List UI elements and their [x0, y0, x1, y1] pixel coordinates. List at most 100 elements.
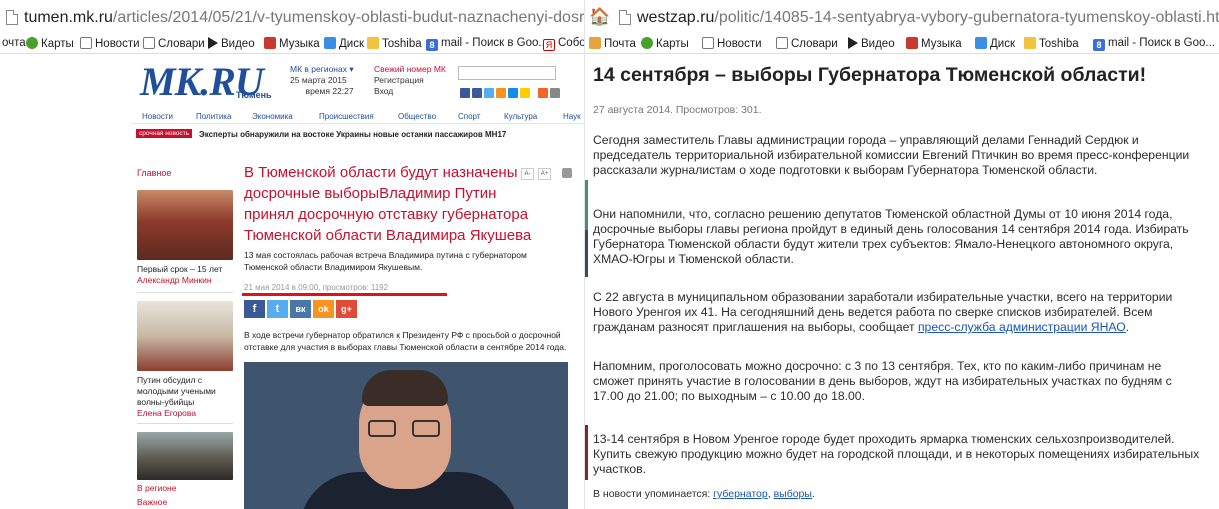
sidebar-thumbnail-2[interactable]: [137, 301, 233, 371]
bookmark-toshiba[interactable]: Toshiba: [1024, 37, 1079, 50]
bookmark-music[interactable]: Музыка: [264, 37, 320, 50]
bookmark-sobo[interactable]: Я Собо: [543, 37, 584, 51]
tag-elections-link[interactable]: выборы: [774, 488, 812, 500]
bookmark-music[interactable]: Музыка: [906, 37, 962, 50]
breaking-news-ticker[interactable]: срочная новость Эксперты обнаружили на в…: [132, 129, 584, 142]
facebook-icon[interactable]: [460, 88, 470, 98]
disk-icon: [324, 37, 336, 49]
rss-icon[interactable]: [538, 88, 548, 98]
quote-accent-bar: [585, 230, 588, 277]
music-icon: [906, 37, 918, 49]
bookmark-news[interactable]: Новости: [80, 37, 140, 50]
nav-item-science[interactable]: Наук: [563, 112, 581, 121]
music-icon: [264, 37, 276, 49]
register-link[interactable]: Регистрация: [374, 75, 446, 86]
header-social-icons: [460, 88, 560, 98]
url-text[interactable]: westzap.ru/politic/14085-14-sentyabrya-v…: [637, 9, 1219, 27]
header-account-block: Свежий номер МК Регистрация Вход: [374, 64, 446, 97]
site-search-input[interactable]: [458, 66, 556, 80]
back-arrow-icon[interactable]: 🏠: [589, 7, 610, 27]
odnoklassniki-share-button[interactable]: ok: [313, 300, 334, 318]
mk-logo[interactable]: MK.RU Тюмень: [140, 62, 275, 102]
article-paragraph-5: 13-14 сентября в Новом Уренгое городе бу…: [593, 432, 1200, 476]
bookmark-maps[interactable]: Карты: [26, 37, 74, 50]
nav-item-politics[interactable]: Политика: [196, 112, 231, 121]
google-plus-share-button[interactable]: g+: [336, 300, 357, 318]
mail-ru-icon[interactable]: [508, 88, 518, 98]
nav-item-incidents[interactable]: Происшествия: [319, 112, 374, 121]
page-icon: [6, 10, 18, 25]
sidebar-thumbnail-3[interactable]: [137, 432, 233, 480]
bookmark-dictionaries[interactable]: Словари: [776, 37, 838, 50]
sidebar-thumbnail-1[interactable]: [137, 190, 233, 260]
bookmark-video[interactable]: Видео: [848, 37, 895, 50]
sidebar-title[interactable]: Главное: [137, 168, 171, 178]
article-photo: [244, 362, 568, 509]
bookmark-dictionaries[interactable]: Словари: [143, 37, 205, 50]
article-body: В ходе встречи губернатор обратился к Пр…: [244, 330, 567, 352]
sidebar-item-2[interactable]: Путин обсудил с молодыми учеными волны-у…: [137, 375, 237, 419]
nav-item-culture[interactable]: Культура: [504, 112, 537, 121]
odnoklassniki-icon[interactable]: [496, 88, 506, 98]
address-bar[interactable]: 🏠 westzap.ru/politic/14085-14-sentyabrya…: [585, 0, 1219, 34]
press-service-link[interactable]: пресс-служба администрации ЯНАО: [918, 320, 1126, 334]
google-icon: 8: [1093, 39, 1105, 51]
bookmark-video[interactable]: Видео: [208, 37, 255, 50]
play-icon: [208, 37, 218, 49]
play-icon: [848, 37, 858, 49]
fresh-issue-link[interactable]: Свежий номер МК: [374, 64, 446, 75]
article-meta: 21 мая 2014 в 09:00, просмотров: 1192: [244, 283, 389, 292]
quote-accent-bar: [585, 180, 588, 230]
nav-item-news[interactable]: Новости: [142, 112, 173, 121]
divider: [137, 423, 233, 424]
scrollbar-thumb[interactable]: [562, 168, 572, 178]
login-link[interactable]: Вход: [374, 86, 446, 97]
bookmark-news[interactable]: Новости: [702, 37, 762, 50]
yandex-icon: Я: [543, 39, 555, 51]
twitter-icon[interactable]: [484, 88, 494, 98]
regions-link[interactable]: МК в регионах ▾: [290, 64, 354, 75]
bookmark-disk[interactable]: Диск: [324, 37, 364, 50]
bookmark-google-search[interactable]: 8 mail - Поиск в Goo...: [1093, 37, 1215, 51]
sidebar-link-region[interactable]: В регионе: [137, 483, 176, 493]
mail-icon: [589, 37, 601, 49]
article-paragraph-4: Напомним, проголосовать можно досрочно: …: [593, 359, 1172, 403]
article-paragraph-1: Сегодня заместитель Главы администрации …: [593, 133, 1190, 177]
nav-item-economy[interactable]: Экономика: [252, 112, 293, 121]
right-browser-screenshot: 🏠 westzap.ru/politic/14085-14-sentyabrya…: [584, 0, 1219, 509]
maps-icon: [26, 37, 38, 49]
sidebar-item-1[interactable]: Первый срок – 15 лет Александр Минкин: [137, 264, 237, 286]
bookmark-toshiba[interactable]: Toshiba: [367, 37, 422, 50]
nav-item-society[interactable]: Общество: [398, 112, 436, 121]
mobile-icon[interactable]: [550, 88, 560, 98]
breaking-news-text[interactable]: Эксперты обнаружили на востоке Украины н…: [199, 130, 506, 139]
url-text[interactable]: tumen.mk.ru/articles/2014/05/21/v-tyumen…: [24, 9, 584, 27]
bookmark-google-search[interactable]: 8 mail - Поиск в Goo...: [426, 37, 548, 51]
article-meta: 27 августа 2014. Просмотров: 301.: [593, 104, 762, 116]
bookmark-mail[interactable]: очта: [2, 37, 26, 49]
tag-governor-link[interactable]: губернатор: [713, 488, 768, 500]
breaking-news-badge: срочная новость: [136, 129, 193, 138]
facebook-share-button[interactable]: f: [244, 300, 265, 318]
bookmark-disk[interactable]: Диск: [975, 37, 1015, 50]
page-icon: [143, 37, 155, 49]
article-headline: В Тюменской области будут назначены доср…: [244, 164, 532, 244]
sidebar-link-important[interactable]: Важное: [137, 497, 167, 507]
bookmark-mail[interactable]: Почта: [589, 37, 636, 50]
vk-share-button[interactable]: вк: [290, 300, 311, 318]
article-tags: В новости упоминается: губернатор, выбор…: [593, 488, 815, 500]
quote-accent-bar: [585, 425, 588, 480]
folder-icon: [1024, 37, 1036, 49]
twitter-share-button[interactable]: t: [267, 300, 288, 318]
vk-icon[interactable]: [472, 88, 482, 98]
yandex-icon[interactable]: [520, 88, 530, 98]
article-title: 14 сентября – выборы Губернатора Тюменск…: [593, 64, 1147, 86]
left-browser-screenshot: tumen.mk.ru/articles/2014/05/21/v-tyumen…: [0, 0, 584, 509]
address-bar[interactable]: tumen.mk.ru/articles/2014/05/21/v-tyumen…: [0, 0, 584, 34]
article-paragraph-2: Они напомнили, что, согласно решению деп…: [593, 207, 1189, 266]
page-icon: [80, 37, 92, 49]
bookmark-maps[interactable]: Карты: [641, 37, 689, 50]
nav-item-sport[interactable]: Спорт: [458, 112, 481, 121]
google-icon: 8: [426, 39, 438, 51]
article-lead: 13 мая состоялась рабочая встреча Владим…: [244, 250, 527, 272]
